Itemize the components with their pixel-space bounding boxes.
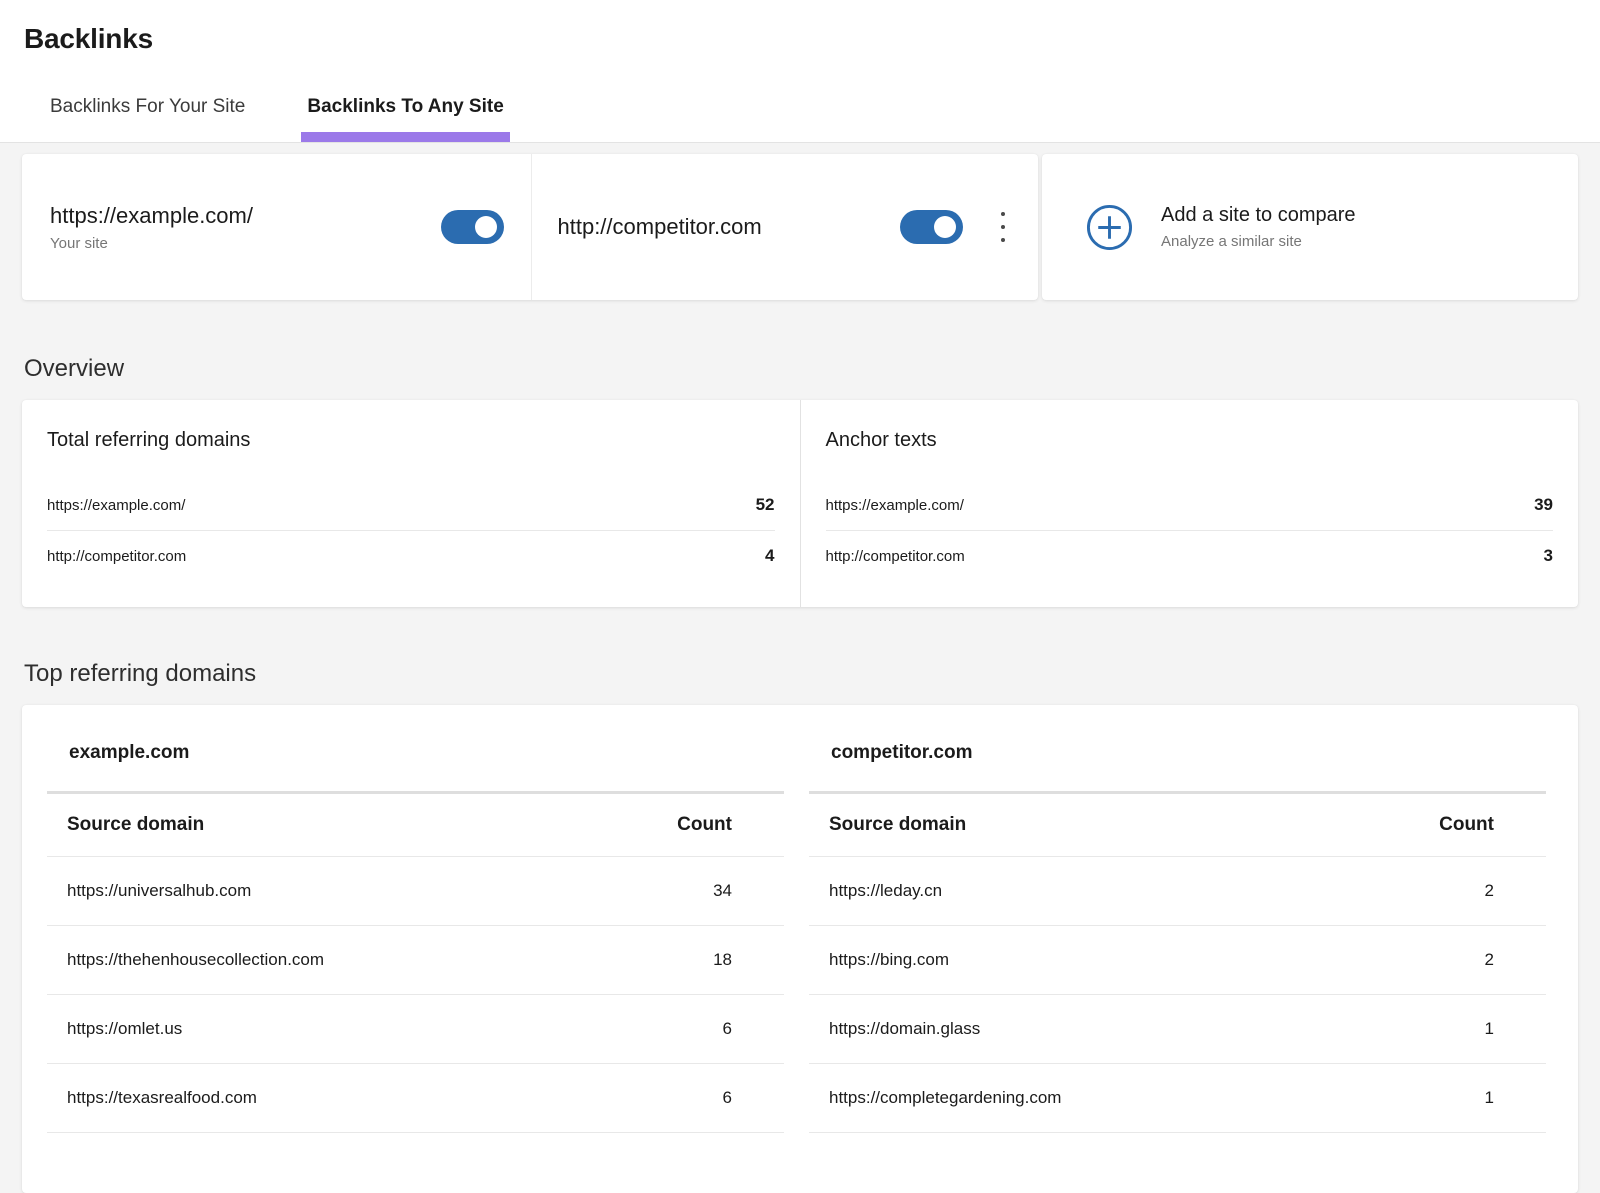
source-domain: https://thehenhousecollection.com (67, 950, 324, 970)
panel-title: Anchor texts (826, 428, 1554, 452)
site-toggle[interactable] (441, 210, 504, 244)
table-row: https://thehenhousecollection.com 18 (47, 926, 784, 995)
top-referring-heading: Top referring domains (24, 659, 1578, 689)
site-cards-group: https://example.com/ Your site http://co… (22, 154, 1038, 300)
more-options-icon[interactable] (995, 208, 1011, 246)
count-value: 6 (723, 1019, 732, 1039)
row-value: 39 (1534, 495, 1553, 515)
add-site-subtitle: Analyze a similar site (1161, 232, 1356, 251)
add-site-text: Add a site to compare Analyze a similar … (1161, 203, 1356, 251)
toggle-knob (934, 216, 956, 238)
tab-label: Backlinks To Any Site (307, 96, 503, 117)
table-row: https://domain.glass 1 (809, 995, 1546, 1064)
table-row: https://omlet.us 6 (47, 995, 784, 1064)
add-site-card[interactable]: Add a site to compare Analyze a similar … (1042, 154, 1578, 300)
count-value: 34 (713, 881, 732, 901)
row-value: 3 (1544, 546, 1553, 566)
table-header-row: Source domain Count (809, 794, 1546, 857)
site-sublabel: Your site (50, 234, 441, 253)
overview-row: https://example.com/ 52 (47, 480, 775, 530)
source-domain: https://completegardening.com (829, 1088, 1061, 1108)
table-header-row: Source domain Count (47, 794, 784, 857)
add-site-title: Add a site to compare (1161, 203, 1356, 228)
site-info: https://example.com/ Your site (50, 202, 441, 253)
site-info: http://competitor.com (558, 213, 901, 241)
page-header: Backlinks Backlinks For Your Site Backli… (0, 0, 1600, 143)
site-card-competitor: http://competitor.com (531, 154, 1039, 300)
column-count: Count (677, 814, 732, 836)
table-title: competitor.com (831, 741, 1546, 764)
tab-bar: Backlinks For Your Site Backlinks To Any… (24, 96, 1600, 142)
source-domain: https://domain.glass (829, 1019, 980, 1039)
count-value: 1 (1485, 1088, 1494, 1108)
table-row: https://texasrealfood.com 6 (47, 1064, 784, 1133)
tab-backlinks-to-any-site[interactable]: Backlinks To Any Site (301, 96, 509, 142)
active-tab-underline (301, 132, 509, 142)
count-value: 2 (1485, 881, 1494, 901)
panel-anchor-texts: Anchor texts https://example.com/ 39 htt… (800, 400, 1579, 607)
site-card-your-site: https://example.com/ Your site (22, 154, 531, 300)
source-domain: https://bing.com (829, 950, 949, 970)
overview-row: https://example.com/ 39 (826, 480, 1554, 530)
source-domain: https://leday.cn (829, 881, 942, 901)
overview-row: http://competitor.com 3 (826, 530, 1554, 581)
main-content: https://example.com/ Your site http://co… (0, 143, 1600, 1193)
table-title: example.com (69, 741, 784, 764)
count-value: 1 (1485, 1019, 1494, 1039)
row-value: 4 (765, 546, 774, 566)
add-circle-icon (1086, 204, 1133, 251)
toggle-knob (475, 216, 497, 238)
table-competitor-com: competitor.com Source domain Count https… (809, 705, 1546, 1133)
site-url: https://example.com/ (50, 202, 441, 230)
table-row: https://completegardening.com 1 (809, 1064, 1546, 1133)
page-title: Backlinks (24, 22, 1600, 56)
tab-label: Backlinks For Your Site (50, 96, 245, 117)
table-row: https://bing.com 2 (809, 926, 1546, 995)
site-url: http://competitor.com (558, 213, 901, 241)
tab-backlinks-for-your-site[interactable]: Backlinks For Your Site (44, 96, 251, 142)
table-row: https://universalhub.com 34 (47, 857, 784, 926)
row-label: https://example.com/ (47, 497, 185, 514)
count-value: 18 (713, 950, 732, 970)
source-domain: https://omlet.us (67, 1019, 182, 1039)
panel-title: Total referring domains (47, 428, 775, 452)
column-source-domain: Source domain (829, 814, 966, 836)
table-row: https://leday.cn 2 (809, 857, 1546, 926)
row-label: https://example.com/ (826, 497, 964, 514)
count-value: 6 (723, 1088, 732, 1108)
column-count: Count (1439, 814, 1494, 836)
site-toggle[interactable] (900, 210, 963, 244)
column-source-domain: Source domain (67, 814, 204, 836)
top-referring-card: example.com Source domain Count https://… (22, 705, 1578, 1193)
row-label: http://competitor.com (826, 548, 965, 565)
overview-card: Total referring domains https://example.… (22, 400, 1578, 607)
row-value: 52 (756, 495, 775, 515)
panel-total-referring-domains: Total referring domains https://example.… (22, 400, 800, 607)
sites-row: https://example.com/ Your site http://co… (22, 154, 1578, 300)
overview-heading: Overview (24, 354, 1578, 384)
source-domain: https://universalhub.com (67, 881, 251, 901)
count-value: 2 (1485, 950, 1494, 970)
source-domain: https://texasrealfood.com (67, 1088, 257, 1108)
overview-row: http://competitor.com 4 (47, 530, 775, 581)
row-label: http://competitor.com (47, 548, 186, 565)
table-example-com: example.com Source domain Count https://… (47, 705, 784, 1133)
